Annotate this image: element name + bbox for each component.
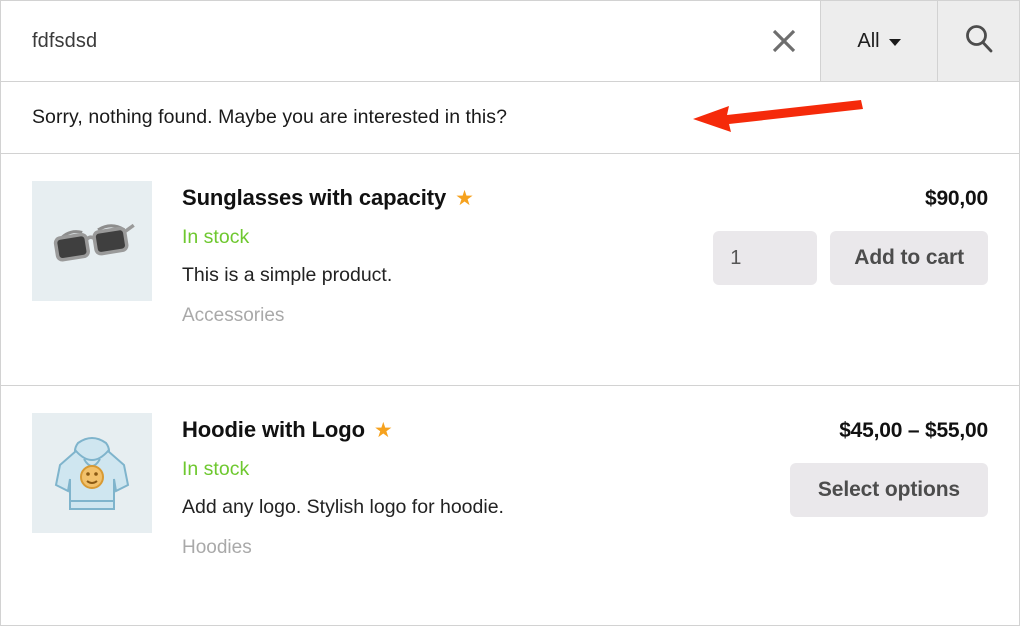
search-scope-label: All (857, 29, 880, 52)
product-price: $45,00 – $55,00 (839, 419, 988, 442)
product-description: This is a simple product. (182, 264, 393, 286)
product-controls: Select options (789, 463, 988, 517)
search-input[interactable]: fdfsdsd (32, 30, 97, 53)
search-icon (962, 22, 996, 61)
product-title-line: Hoodie with Logo ★ (182, 417, 790, 443)
product-price: $90,00 (924, 187, 988, 210)
product-thumbnail[interactable] (32, 413, 152, 533)
stock-status: In stock (182, 458, 250, 480)
product-controls: Add to cart (713, 231, 988, 285)
star-icon: ★ (455, 186, 474, 210)
product-result-row[interactable]: Sunglasses with capacity ★ In stock This… (1, 154, 1019, 386)
close-icon (770, 27, 798, 55)
clear-search-button[interactable] (748, 1, 820, 81)
search-bar: fdfsdsd All (1, 1, 1019, 82)
product-info: Sunglasses with capacity ★ In stock This… (152, 181, 713, 327)
product-info: Hoodie with Logo ★ In stock Add any logo… (152, 413, 790, 559)
search-scope-dropdown[interactable]: All (820, 1, 937, 81)
product-title[interactable]: Sunglasses with capacity (182, 185, 446, 211)
product-title-line: Sunglasses with capacity ★ (182, 185, 713, 211)
hoodie-thumbnail-icon (40, 421, 144, 525)
search-submit-button[interactable] (937, 1, 1019, 81)
product-category[interactable]: Hoodies (182, 537, 790, 559)
product-actions: $45,00 – $55,00 Select options (789, 413, 988, 517)
search-results-widget: fdfsdsd All Sorry, nothing found. Maybe … (0, 0, 1020, 626)
select-options-button[interactable]: Select options (789, 463, 988, 517)
no-results-message: Sorry, nothing found. Maybe you are inte… (32, 106, 507, 128)
product-thumbnail[interactable] (32, 181, 152, 301)
product-result-row[interactable]: Hoodie with Logo ★ In stock Add any logo… (1, 386, 1019, 618)
search-input-wrapper[interactable]: fdfsdsd (1, 1, 748, 81)
star-icon: ★ (373, 418, 393, 442)
sunglasses-thumbnail-icon (40, 189, 144, 293)
stock-status: In stock (182, 226, 250, 248)
add-to-cart-button[interactable]: Add to cart (830, 231, 988, 285)
product-category[interactable]: Accessories (182, 305, 713, 327)
quantity-input[interactable] (713, 231, 818, 285)
product-description: Add any logo. Stylish logo for hoodie. (182, 496, 504, 518)
chevron-down-icon (888, 39, 901, 46)
product-title[interactable]: Hoodie with Logo (182, 417, 365, 443)
product-actions: $90,00 Add to cart (713, 181, 988, 285)
no-results-notice: Sorry, nothing found. Maybe you are inte… (1, 82, 1019, 154)
